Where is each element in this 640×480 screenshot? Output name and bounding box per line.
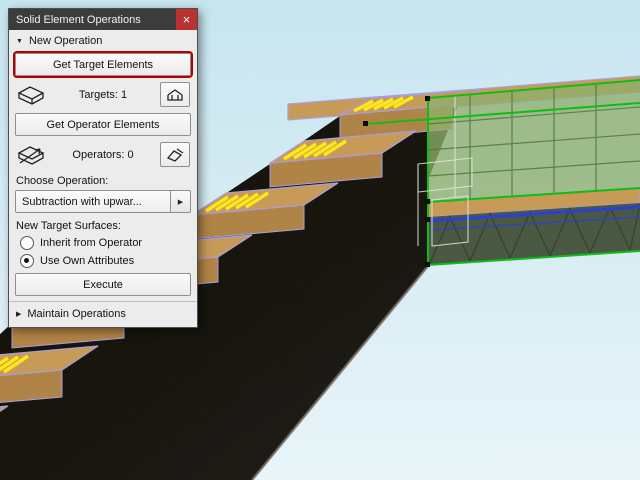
- archicad-3d-window: Solid Element Operations × ▼ New Operati…: [0, 0, 640, 480]
- section-maintain-label: Maintain Operations: [27, 308, 126, 320]
- pick-target-button[interactable]: [160, 82, 190, 107]
- radio-unselected-icon[interactable]: [20, 236, 34, 250]
- dialog-title: Solid Element Operations: [16, 13, 141, 26]
- operation-dropdown-value[interactable]: Subtraction with upwar...: [15, 190, 171, 213]
- get-target-elements-button[interactable]: Get Target Elements: [15, 53, 191, 76]
- section-new-operation-label: New Operation: [28, 35, 103, 47]
- operators-row: Operators: 0: [9, 139, 197, 170]
- radio-selected-icon[interactable]: [20, 254, 34, 268]
- new-target-surfaces-label: New Target Surfaces:: [16, 220, 121, 232]
- operator-element-icon: [17, 145, 45, 165]
- solid-element-operations-dialog: Solid Element Operations × ▼ New Operati…: [8, 8, 198, 328]
- section-new-operation[interactable]: ▼ New Operation: [9, 30, 197, 50]
- pick-target-icon: [167, 88, 183, 101]
- choose-operation-label: Choose Operation:: [16, 175, 109, 187]
- target-element-icon: [17, 85, 45, 105]
- pick-operator-icon: [166, 147, 184, 162]
- close-icon[interactable]: ×: [176, 9, 197, 30]
- slab-glass-top: [428, 80, 640, 202]
- pick-operator-button[interactable]: [160, 142, 190, 167]
- operation-dropdown[interactable]: Subtraction with upwar... ▶: [15, 190, 191, 213]
- radio-inherit-from-operator[interactable]: Inherit from Operator: [9, 234, 197, 252]
- disclosure-collapsed-icon: ▶: [16, 311, 22, 318]
- targets-row: Targets: 1: [9, 79, 197, 110]
- radio-own-label: Use Own Attributes: [40, 255, 135, 267]
- dialog-titlebar[interactable]: Solid Element Operations ×: [9, 9, 197, 30]
- execute-button[interactable]: Execute: [15, 273, 191, 296]
- get-operator-elements-button[interactable]: Get Operator Elements: [15, 113, 191, 136]
- section-maintain-operations[interactable]: ▶ Maintain Operations: [9, 301, 197, 327]
- operators-count: Operators: 0: [72, 148, 134, 161]
- targets-count: Targets: 1: [78, 88, 128, 101]
- radio-use-own-attributes[interactable]: Use Own Attributes: [9, 252, 197, 270]
- radio-inherit-label: Inherit from Operator: [40, 237, 143, 249]
- dropdown-arrow-icon[interactable]: ▶: [171, 190, 191, 213]
- disclosure-expanded-icon: ▼: [16, 37, 23, 45]
